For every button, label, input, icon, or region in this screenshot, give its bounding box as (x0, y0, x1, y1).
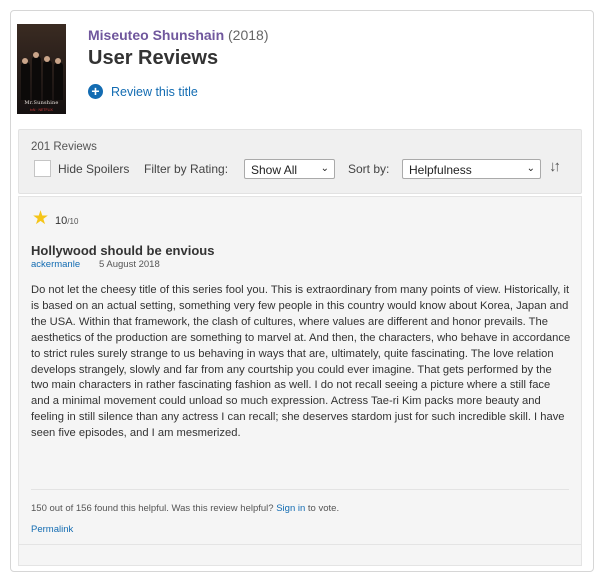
divider (31, 489, 569, 490)
poster-face (22, 58, 28, 64)
poster-figure (21, 62, 30, 100)
helpful-line: 150 out of 156 found this helpful. Was t… (31, 503, 339, 514)
star-icon: ★ (32, 208, 50, 229)
review-this-title-button[interactable]: + Review this title (88, 84, 198, 99)
sort-by-value: Helpfulness (409, 163, 472, 177)
chevron-down-icon: ⌄ (320, 163, 329, 174)
review-card: ★ 10 /10 Hollywood should be envious ack… (18, 196, 582, 558)
review-title[interactable]: Hollywood should be envious (31, 243, 214, 258)
review-this-title-label: Review this title (111, 84, 198, 99)
poster-face (33, 52, 39, 58)
review-author-link[interactable]: ackermanle (31, 259, 80, 270)
review-date: 5 August 2018 (99, 259, 160, 270)
poster-face (55, 58, 61, 64)
series-name-link[interactable]: Miseuteo Shunshain (88, 27, 224, 43)
plus-circle-icon: + (88, 84, 103, 99)
to-vote-text: to vote. (307, 503, 340, 514)
permalink-link[interactable]: Permalink (31, 524, 73, 535)
poster-face (44, 56, 50, 62)
helpful-text: 150 out of 156 found this helpful. Was t… (31, 503, 274, 514)
poster-image[interactable]: Mr.Sunshine tvN · NETFLIX (17, 24, 66, 114)
filter-by-rating-label: Filter by Rating: (144, 162, 229, 176)
poster-figure (54, 62, 63, 100)
review-rating: ★ 10 /10 (32, 209, 78, 228)
sort-by-select[interactable]: Helpfulness ⌄ (402, 159, 541, 179)
rating-filter-value: Show All (251, 163, 298, 177)
sort-by-label: Sort by: (348, 162, 390, 176)
hide-spoilers-label[interactable]: Hide Spoilers (58, 162, 129, 176)
sign-in-link[interactable]: Sign in (276, 503, 305, 514)
poster-title: Mr.Sunshine (24, 100, 59, 106)
chevron-down-icon: ⌄ (526, 163, 535, 174)
hide-spoilers-checkbox[interactable] (34, 160, 51, 177)
rating-filter-select[interactable]: Show All ⌄ (244, 159, 335, 179)
poster-network: tvN · NETFLIX (30, 108, 53, 112)
filter-bar: 201 Reviews Hide Spoilers Filter by Rati… (18, 129, 582, 194)
poster-figure (43, 60, 52, 100)
rating-value: 10 (55, 215, 68, 227)
poster-figure (32, 56, 41, 100)
page-title: User Reviews (88, 47, 219, 69)
series-year: (2018) (228, 27, 269, 43)
review-text: Do not let the cheesy title of this seri… (31, 284, 571, 440)
series-heading: Miseuteo Shunshain (2018) (88, 27, 268, 43)
review-count: 201 Reviews (31, 141, 97, 153)
next-review-card (18, 544, 582, 566)
rating-max: /10 (67, 217, 79, 226)
sort-arrows-icon[interactable]: ↓↑ (549, 158, 561, 175)
